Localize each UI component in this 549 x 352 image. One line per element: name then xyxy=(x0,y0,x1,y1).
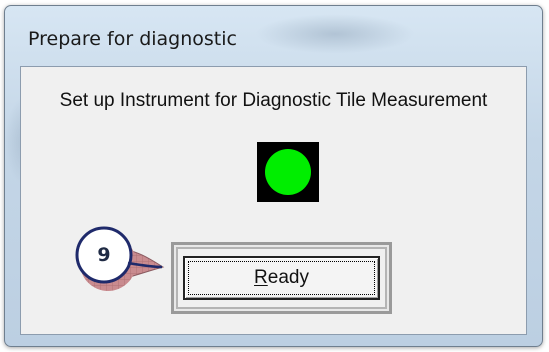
ready-button-label: Ready xyxy=(185,258,378,298)
ready-button[interactable]: Ready xyxy=(171,242,392,314)
step-callout: 9 xyxy=(70,225,165,295)
ready-button-face[interactable]: Ready xyxy=(183,256,380,300)
status-indicator xyxy=(257,142,319,202)
window-title: Prepare for diagnostic xyxy=(28,28,237,50)
screenshot: Prepare for diagnostic Set up Instrument… xyxy=(0,0,549,352)
callout-step-number: 9 xyxy=(97,244,111,266)
ready-accelerator-key: R xyxy=(254,267,268,288)
dialog-window: Prepare for diagnostic Set up Instrument… xyxy=(4,5,543,347)
instruction-message: Set up Instrument for Diagnostic Tile Me… xyxy=(59,90,488,111)
title-bar[interactable]: Prepare for diagnostic xyxy=(5,6,542,66)
green-light-icon xyxy=(265,149,311,195)
ready-label-rest: eady xyxy=(267,267,309,288)
